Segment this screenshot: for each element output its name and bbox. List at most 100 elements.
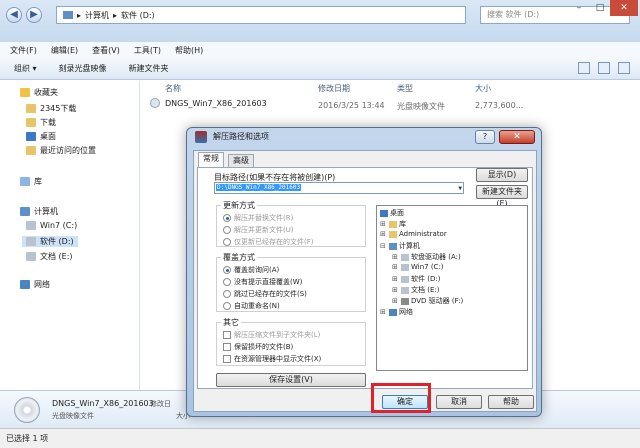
sidebar-item-2345download[interactable]: 2345下载: [26, 103, 76, 114]
burn-image-button[interactable]: 刻录光盘映像: [59, 63, 107, 74]
status-bar: 已选择 1 项: [0, 428, 640, 448]
dialog-title: 解压路径和选项: [213, 132, 269, 141]
expand-icon[interactable]: ⊞: [380, 220, 387, 228]
tree-drive-e[interactable]: ⊞ 文档 (E:): [392, 285, 439, 295]
radio-ask-before-overwrite[interactable]: 覆盖前询问(A): [223, 265, 279, 275]
sidebar-network[interactable]: 网络: [20, 279, 50, 290]
forward-button[interactable]: ▶: [26, 7, 42, 23]
sidebar-item-desktop[interactable]: 桌面: [26, 131, 56, 142]
sidebar-favorites[interactable]: 收藏夹: [20, 87, 58, 98]
destination-path-input[interactable]: D:\DNGS_Win7_X86_201603 ▼: [214, 182, 464, 194]
tree-library[interactable]: ⊞ 库: [380, 219, 406, 229]
star-icon: [20, 88, 30, 97]
path-value: D:\DNGS_Win7_X86_201603: [216, 184, 302, 191]
details-file-name: DNGS_Win7_X86_201603: [52, 399, 154, 408]
winrar-icon: [195, 131, 207, 143]
tree-drive-c[interactable]: ⊞ Win7 (C:): [392, 263, 444, 271]
chevron-down-icon[interactable]: ▼: [458, 184, 462, 194]
minimize-button[interactable]: –: [568, 0, 590, 16]
tree-drive-f[interactable]: ⊞ DVD 驱动器 (F:): [392, 296, 463, 306]
breadcrumb-computer[interactable]: 计算机: [85, 10, 109, 21]
tab-advanced[interactable]: 高级: [228, 154, 254, 167]
sidebar-drive-e[interactable]: 文档 (E:): [26, 251, 73, 262]
sidebar-libraries[interactable]: 库: [20, 176, 42, 187]
tree-drive-a[interactable]: ⊞ 软盘驱动器 (A:): [392, 252, 461, 262]
column-name[interactable]: 名称: [165, 83, 181, 94]
menu-view[interactable]: 查看(V): [92, 45, 120, 56]
help-button[interactable]: 帮助: [488, 395, 534, 409]
tree-drive-d[interactable]: ⊞ 软件 (D:): [392, 274, 440, 284]
view-options-icon[interactable]: [578, 62, 590, 74]
dvd-drive-icon: [401, 297, 409, 305]
checkbox-icon: [223, 331, 231, 339]
expand-icon[interactable]: ⊞: [392, 275, 399, 283]
expand-icon[interactable]: ⊞: [380, 230, 387, 238]
check-keep-broken[interactable]: 保留损坏的文件(B): [223, 342, 293, 352]
radio-auto-rename[interactable]: 自动重命名(N): [223, 301, 280, 311]
column-modified[interactable]: 修改日期: [318, 83, 350, 94]
expand-icon[interactable]: ⊞: [392, 263, 399, 271]
tree-desktop[interactable]: 桌面: [380, 208, 404, 218]
check-extract-subfolder[interactable]: 解压压缩文件到子文件夹(L): [223, 330, 320, 340]
preview-pane-icon[interactable]: [598, 62, 610, 74]
radio-skip-existing[interactable]: 跳过已经存在的文件(S): [223, 289, 307, 299]
tree-computer[interactable]: ⊟ 计算机: [380, 241, 420, 251]
cancel-button[interactable]: 取消: [436, 395, 482, 409]
radio-overwrite-silently[interactable]: 没有提示直接覆盖(W): [223, 277, 302, 287]
expand-icon[interactable]: ⊞: [392, 286, 399, 294]
radio-icon: [223, 302, 231, 310]
recent-places-icon: [26, 146, 36, 155]
organize-button[interactable]: 组织 ▾: [14, 63, 37, 74]
address-bar[interactable]: ▸ 计算机 ▸ 软件 (D:): [56, 6, 466, 24]
update-mode-group: 更新方式 解压并替换文件(R) 解压并更新文件(U) 仅更新已经存在的文件(F): [216, 200, 366, 247]
column-size[interactable]: 大小: [475, 83, 491, 94]
menu-help[interactable]: 帮助(H): [175, 45, 203, 56]
expand-icon[interactable]: ⊞: [392, 253, 399, 261]
show-button[interactable]: 显示(D): [476, 168, 528, 182]
radio-icon: [223, 238, 231, 246]
sidebar-item-downloads[interactable]: 下载: [26, 117, 56, 128]
radio-update-existing[interactable]: 仅更新已经存在的文件(F): [223, 237, 314, 247]
sidebar-item-recent[interactable]: 最近访问的位置: [26, 145, 96, 156]
radio-extract-replace[interactable]: 解压并替换文件(R): [223, 213, 293, 223]
new-folder-dialog-button[interactable]: 新建文件夹(E): [476, 185, 528, 208]
computer-icon: [63, 11, 73, 19]
folder-icon: [26, 118, 36, 127]
file-name: DNGS_Win7_X86_201603: [165, 98, 267, 108]
close-window-button[interactable]: ✕: [610, 0, 638, 16]
check-show-in-explorer[interactable]: 在资源管理器中显示文件(X): [223, 354, 321, 364]
dialog-help-button[interactable]: ?: [475, 130, 495, 144]
tab-general[interactable]: 常规: [198, 152, 224, 167]
collapse-icon[interactable]: ⊟: [380, 242, 387, 250]
view-controls: [578, 62, 630, 74]
floppy-icon: [401, 253, 409, 261]
new-folder-button[interactable]: 新建文件夹: [129, 63, 169, 74]
expand-icon[interactable]: ⊞: [380, 308, 387, 316]
ok-button-highlight: [371, 383, 431, 413]
drive-icon: [26, 221, 36, 230]
save-settings-button[interactable]: 保存设置(V): [216, 373, 366, 387]
dialog-close-button[interactable]: ✕: [499, 130, 535, 144]
folder-tree[interactable]: 桌面 ⊞ 库 ⊞ Administrator ⊟ 计算机 ⊞ 软盘驱动器 (A:) ⊞ W…: [376, 205, 528, 371]
sidebar-drive-d[interactable]: 软件 (D:): [22, 236, 78, 247]
sidebar-computer[interactable]: 计算机: [20, 206, 58, 217]
sidebar-drive-c[interactable]: Win7 (C:): [26, 221, 77, 230]
drive-icon: [401, 286, 409, 294]
other-options-group: 其它 解压压缩文件到子文件夹(L) 保留损坏的文件(B) 在资源管理器中显示文件…: [216, 317, 366, 366]
file-row[interactable]: DNGS_Win7_X86_201603: [150, 98, 267, 108]
help-icon[interactable]: [618, 62, 630, 74]
tree-network[interactable]: ⊞ 网络: [380, 307, 413, 317]
maximize-button[interactable]: □: [590, 0, 610, 16]
radio-icon: [223, 266, 231, 274]
radio-extract-update[interactable]: 解压并更新文件(U): [223, 225, 294, 235]
menu-tools[interactable]: 工具(T): [134, 45, 161, 56]
expand-icon[interactable]: ⊞: [392, 297, 399, 305]
tree-administrator[interactable]: ⊞ Administrator: [380, 230, 447, 238]
menu-edit[interactable]: 编辑(E): [51, 45, 78, 56]
menu-file[interactable]: 文件(F): [10, 45, 37, 56]
column-type[interactable]: 类型: [397, 83, 413, 94]
back-button[interactable]: ◀: [6, 7, 22, 23]
disc-image-icon: [14, 397, 40, 423]
computer-icon: [20, 207, 30, 216]
breadcrumb-drive-d[interactable]: 软件 (D:): [121, 10, 155, 21]
